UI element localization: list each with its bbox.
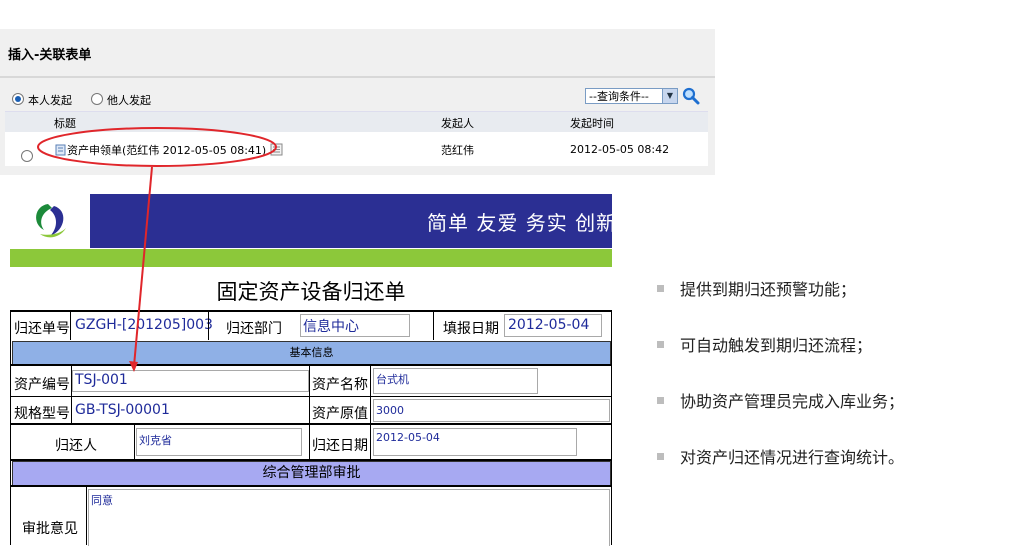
arrow-head-icon <box>129 361 138 372</box>
bullet-square-icon <box>657 397 664 404</box>
bullet-square-icon <box>657 341 664 348</box>
feature-item: 可自动触发到期归还流程； <box>657 332 872 356</box>
feature-item: 提供到期归还预警功能； <box>657 276 856 300</box>
arrow-line <box>133 166 153 367</box>
feature-item: 对资产归还情况进行查询统计。 <box>657 444 904 468</box>
feature-item: 协助资产管理员完成入库业务； <box>657 388 904 412</box>
highlight-ellipse <box>37 127 277 167</box>
bullet-square-icon <box>657 453 664 460</box>
bullet-square-icon <box>657 285 664 292</box>
